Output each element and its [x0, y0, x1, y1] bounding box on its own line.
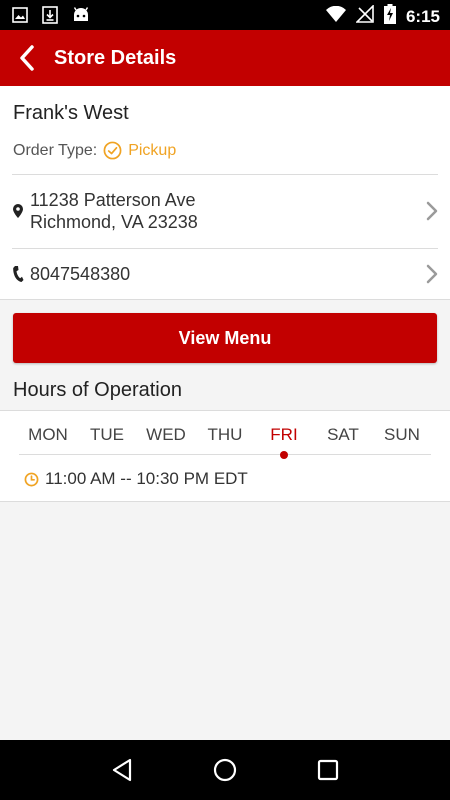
tab-sat[interactable]: SAT: [314, 425, 372, 454]
phone-row[interactable]: 8047548380: [0, 249, 450, 299]
nav-recents-button[interactable]: [308, 750, 348, 790]
system-nav-bar: [0, 740, 450, 800]
view-menu-button[interactable]: View Menu: [13, 313, 437, 363]
no-signal-icon: [355, 4, 374, 28]
phone-number: 8047548380: [30, 264, 131, 284]
tab-thu[interactable]: THU: [196, 425, 254, 454]
hours-text: 11:00 AM -- 10:30 PM EDT: [45, 469, 248, 488]
order-type-text: Pickup: [128, 141, 177, 159]
day-label: SUN: [384, 425, 420, 444]
hours-title: Hours of Operation: [13, 379, 182, 401]
day-label: WED: [146, 425, 186, 444]
selected-day-indicator: [280, 451, 288, 459]
day-label: MON: [28, 425, 68, 444]
day-label: THU: [207, 425, 243, 444]
android-icon: [72, 7, 90, 28]
battery-charging-icon: [383, 4, 396, 29]
phone-icon: [13, 266, 24, 282]
status-time: 6:15: [405, 6, 440, 26]
chevron-right-icon: [426, 264, 438, 284]
back-button[interactable]: [0, 30, 54, 86]
hours-entry: 11:00 AM -- 10:30 PM EDT: [24, 469, 248, 489]
back-triangle-icon: [112, 758, 131, 782]
day-label: TUE: [90, 425, 124, 444]
page-title: Store Details: [54, 46, 177, 69]
recents-square-icon: [318, 759, 339, 781]
day-label: SAT: [327, 425, 359, 444]
address-row[interactable]: 11238 Patterson Ave Richmond, VA 23238: [0, 175, 450, 248]
check-circle-icon: [103, 141, 122, 160]
day-label: FRI: [270, 425, 298, 444]
location-pin-icon: [13, 204, 23, 218]
tab-tue[interactable]: TUE: [78, 425, 136, 454]
address-line-1: 11238 Patterson Ave: [30, 190, 196, 210]
tab-wed[interactable]: WED: [137, 425, 195, 454]
status-bar: 6:15: [0, 0, 450, 30]
day-tabs: MON TUE WED THU FRI SAT SUN: [19, 425, 431, 459]
clock-icon: [24, 472, 39, 486]
order-type-value: Pickup: [103, 141, 176, 160]
store-name: Frank's West: [13, 102, 129, 124]
tab-fri[interactable]: FRI: [255, 425, 313, 459]
hours-panel: MON TUE WED THU FRI SAT SUN 11:00 AM -- …: [0, 410, 450, 502]
chevron-right-icon: [426, 201, 438, 221]
tab-mon[interactable]: MON: [19, 425, 77, 454]
tab-sun[interactable]: SUN: [373, 425, 431, 454]
order-type-label: Order Type:: [13, 141, 98, 159]
download-icon: [42, 6, 58, 29]
image-icon: [12, 7, 28, 28]
address-line-2: Richmond, VA 23238: [30, 212, 198, 232]
chevron-left-icon: [20, 45, 34, 71]
nav-back-button[interactable]: [102, 750, 142, 790]
nav-home-button[interactable]: [205, 750, 245, 790]
home-circle-icon: [213, 758, 237, 782]
wifi-icon: [325, 5, 346, 27]
order-type: Order Type: Pickup: [13, 141, 176, 160]
store-info-card: Frank's West Order Type: Pickup 11238 Pa…: [0, 86, 450, 300]
app-bar: Store Details: [0, 30, 450, 86]
